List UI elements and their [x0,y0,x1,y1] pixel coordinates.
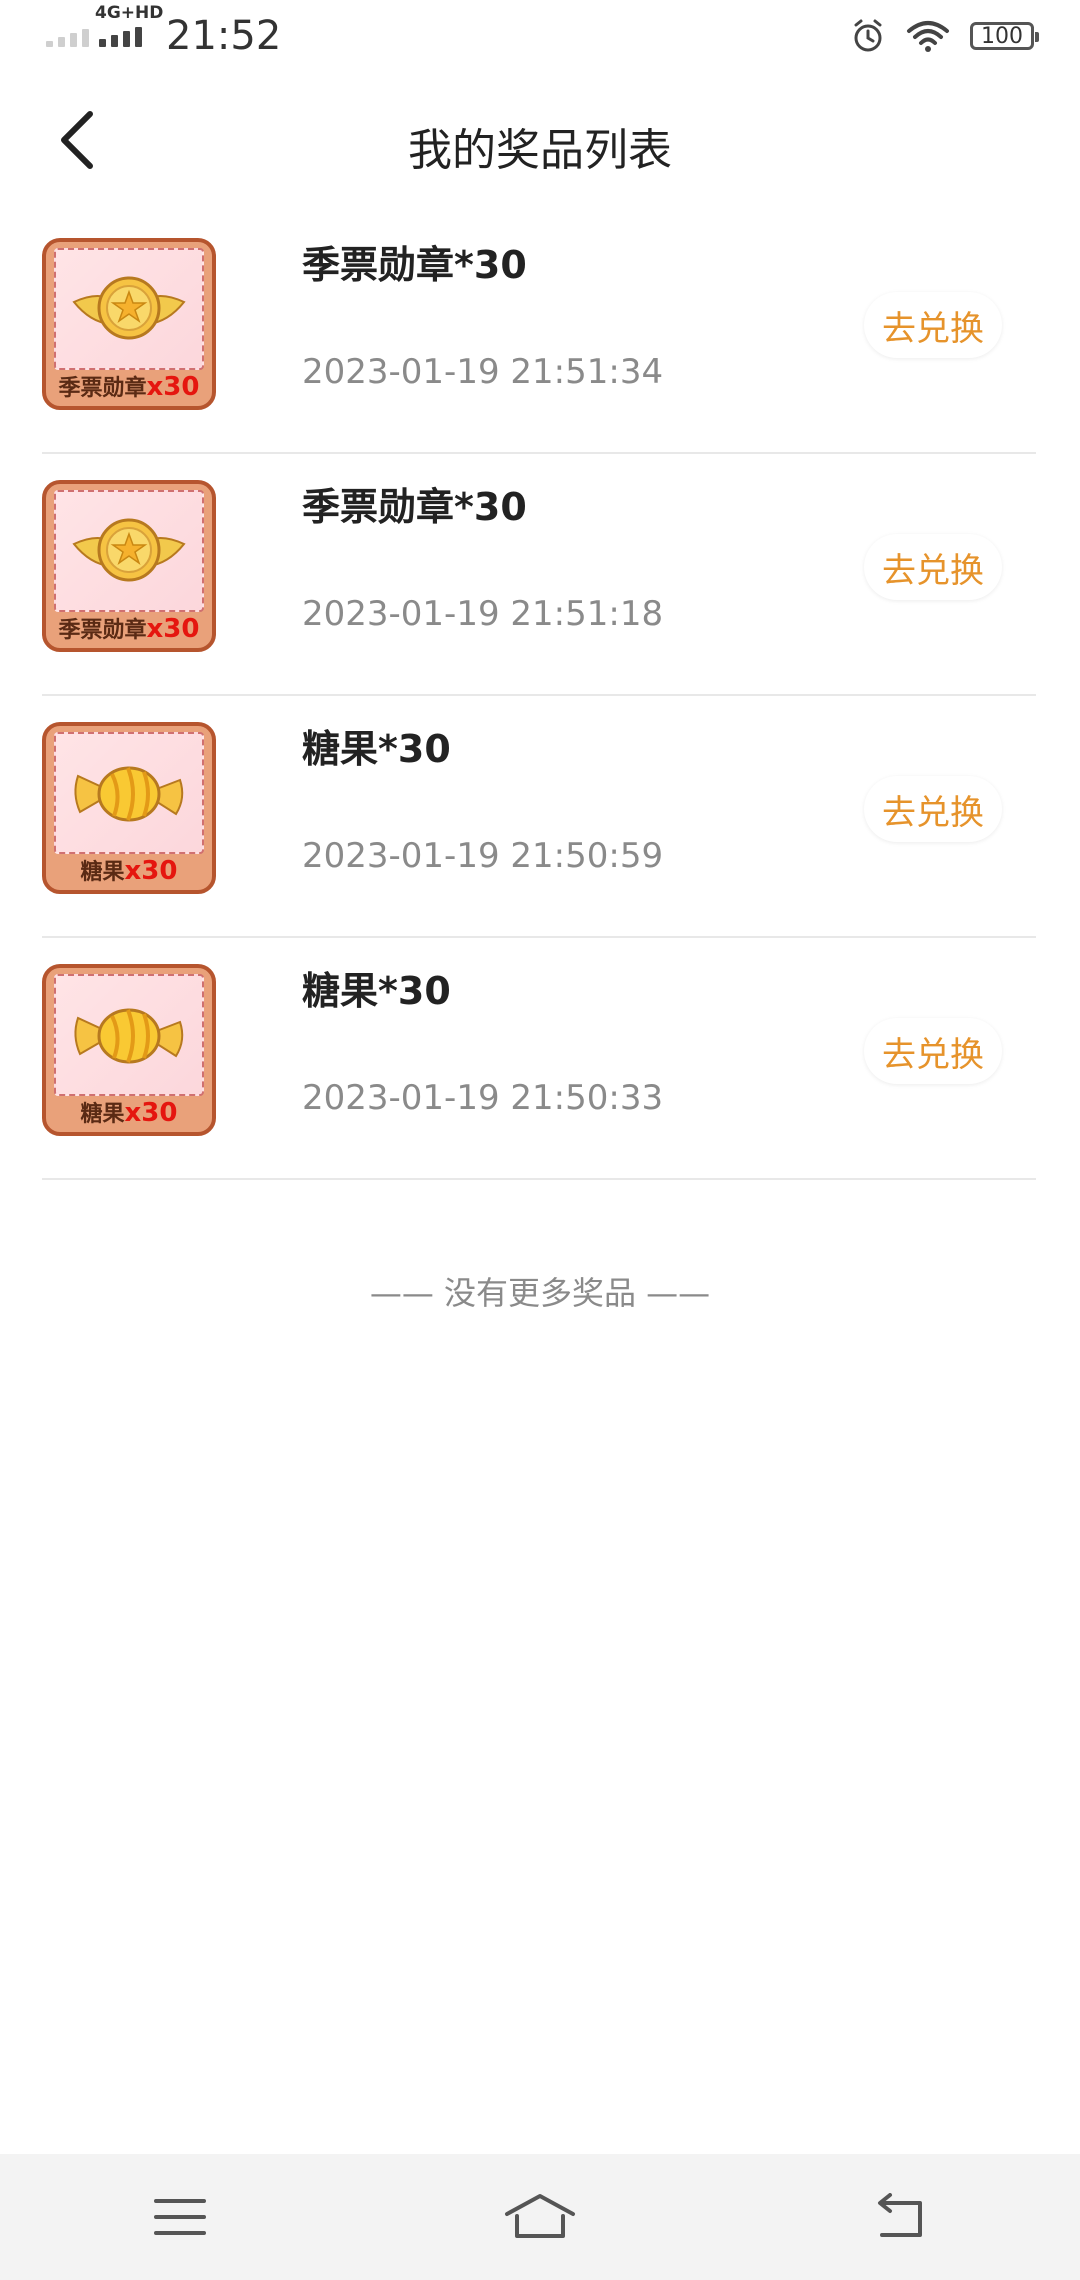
status-bar: 4G+HD 21:52 100 [0,0,1080,72]
network-type: 4G+HD [95,3,164,23]
prize-title: 糖果*30 [302,727,451,771]
status-left: 4G+HD 21:52 [46,3,282,59]
return-icon [878,2193,922,2237]
prize-time: 2023-01-19 21:50:33 [302,1078,664,1118]
prize-time: 2023-01-19 21:51:34 [302,352,664,392]
page-header: 我的奖品列表 [0,90,1080,190]
prize-list: 季票勋章x30 季票勋章*30 2023-01-19 21:51:34 去兑换 … [42,212,1036,1180]
signal-sim2-icon: 4G+HD [95,3,163,47]
list-item: 季票勋章x30 季票勋章*30 2023-01-19 21:51:18 去兑换 [42,454,1036,696]
menu-button[interactable] [120,2177,240,2257]
prize-title: 季票勋章*30 [302,243,527,287]
prize-time: 2023-01-19 21:50:59 [302,836,664,876]
medal-icon [72,518,186,582]
prize-thumbnail: 季票勋章x30 [42,238,216,410]
page-title: 我的奖品列表 [408,125,672,176]
menu-icon [154,2199,206,2235]
navigation-bar [0,2154,1080,2280]
signal-sim1-icon [46,25,89,47]
redeem-button[interactable]: 去兑换 [864,292,1002,358]
alarm-icon [854,19,882,52]
wifi-icon [907,21,949,52]
candy-icon [74,1008,184,1064]
list-item: 糖果x30 糖果*30 2023-01-19 21:50:59 去兑换 [42,696,1036,938]
prize-thumbnail: 季票勋章x30 [42,480,216,652]
prize-time: 2023-01-19 21:51:18 [302,594,664,634]
thumb-qty: x30 [146,372,200,402]
list-item: 季票勋章x30 季票勋章*30 2023-01-19 21:51:34 去兑换 [42,212,1036,454]
redeem-button[interactable]: 去兑换 [864,534,1002,600]
medal-icon [72,276,186,340]
battery-icon: 100 [970,22,1039,50]
thumb-name: 糖果 [80,1102,125,1127]
list-item: 糖果x30 糖果*30 2023-01-19 21:50:33 去兑换 [42,938,1036,1180]
home-button[interactable] [480,2177,600,2257]
thumb-name: 季票勋章 [58,376,147,401]
home-icon [505,2194,575,2238]
thumb-qty: x30 [146,614,200,644]
thumb-name: 季票勋章 [58,618,147,643]
redeem-button[interactable]: 去兑换 [864,776,1002,842]
status-right: 100 [850,18,1039,54]
prize-thumbnail: 糖果x30 [42,964,216,1136]
prize-title: 糖果*30 [302,969,451,1013]
thumb-qty: x30 [124,856,178,886]
thumb-qty: x30 [124,1098,178,1128]
no-more-text: —— 没有更多奖品 —— [369,1274,711,1312]
back-nav-button[interactable] [840,2177,960,2257]
redeem-button[interactable]: 去兑换 [864,1018,1002,1084]
thumb-name: 糖果 [80,860,125,885]
battery-level: 100 [981,23,1023,49]
prize-title: 季票勋章*30 [302,485,527,529]
candy-icon [74,766,184,822]
prize-thumbnail: 糖果x30 [42,722,216,894]
status-time: 21:52 [166,13,282,59]
